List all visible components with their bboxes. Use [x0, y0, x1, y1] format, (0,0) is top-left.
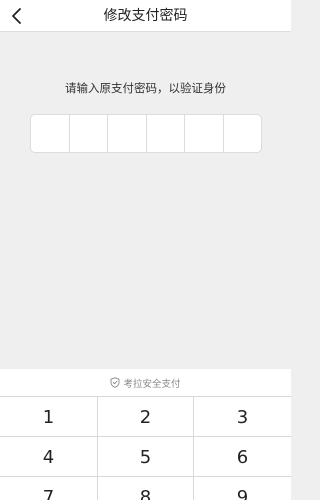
password-digit-cell: [108, 115, 147, 152]
key-5[interactable]: 5: [97, 437, 194, 477]
numeric-keypad: 1 2 3 4 5 6 7 8 9: [0, 396, 291, 500]
password-digit-cell: [31, 115, 70, 152]
page-title: 修改支付密码: [103, 8, 188, 24]
key-2[interactable]: 2: [97, 397, 194, 437]
key-1[interactable]: 1: [0, 397, 97, 437]
secure-payment-banner: 考拉安全支付: [0, 369, 291, 396]
shield-check-icon: [111, 377, 120, 388]
key-7[interactable]: 7: [0, 477, 97, 500]
change-payment-password-screen: 修改支付密码 请输入原支付密码，以验证身份 考拉安全支付 1 2 3 4 5 6…: [0, 0, 291, 500]
verify-identity-prompt: 请输入原支付密码，以验证身份: [65, 81, 226, 95]
secure-payment-label: 考拉安全支付: [123, 378, 181, 390]
key-6[interactable]: 6: [194, 437, 291, 477]
key-4[interactable]: 4: [0, 437, 97, 477]
key-9[interactable]: 9: [194, 477, 291, 500]
password-digit-cell: [70, 115, 108, 152]
navigation-bar: 修改支付密码: [0, 0, 291, 32]
password-input[interactable]: [30, 114, 262, 153]
key-3[interactable]: 3: [194, 397, 291, 437]
password-digit-cell: [224, 115, 262, 152]
key-8[interactable]: 8: [97, 477, 194, 500]
password-digit-cell: [147, 115, 185, 152]
password-digit-cell: [185, 115, 224, 152]
